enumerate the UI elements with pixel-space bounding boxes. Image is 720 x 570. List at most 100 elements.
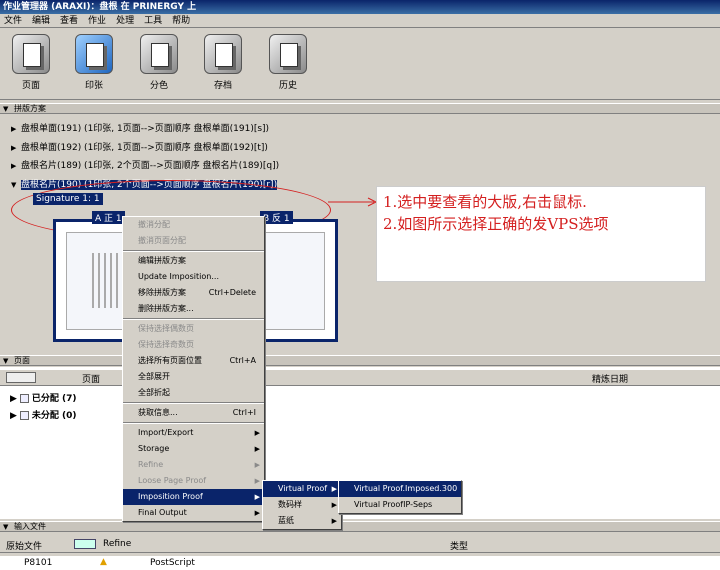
menu-tools[interactable]: 工具 [140, 16, 166, 26]
toolbar-history-button[interactable]: 历史 [265, 34, 311, 91]
menu-help[interactable]: 帮助 [168, 16, 194, 26]
imposition-section-header[interactable]: 拼版方案 [0, 103, 720, 114]
annotation-box: 1.选中要查看的大版,右击鼠标. 2.如图所示选择正确的发VPS选项 [376, 186, 706, 282]
plan-label: 盘根名片(189) (1印张, 2个页面-->页面顺序 盘根名片(189)[q]… [21, 161, 280, 171]
menubar: 文件 编辑 查看 作业 处理 工具 帮助 [0, 14, 720, 28]
menu-item-imposition-proof[interactable]: Imposition Proof ▶ [123, 489, 264, 505]
expand-icon[interactable]: ▶ [11, 162, 21, 170]
menu-item-expand-all[interactable]: 全部展开 [123, 369, 264, 385]
file-type: PostScript [150, 558, 195, 568]
plan-item[interactable]: ▶ 盘根单面(192) (1印张, 1页面-->页面顺序 盘根单面(192)[t]… [11, 140, 268, 153]
col-refine[interactable]: Refine [103, 539, 131, 549]
col-page[interactable]: 页面 [82, 372, 100, 385]
menu-item-undo-page-assign[interactable]: 撤消页面分配 [123, 233, 264, 249]
history-icon [269, 34, 307, 74]
menu-item-blueprint[interactable]: 蓝纸 ▶ [263, 513, 341, 529]
plan-item[interactable]: ▶ 盘根单面(191) (1印张, 1页面-->页面顺序 盘根单面(191)[s]… [11, 121, 269, 134]
stripe [116, 253, 118, 308]
menu-item-edit-imposition[interactable]: 编辑拼版方案 [123, 253, 264, 269]
list-item[interactable]: ▶ 已分配 (7) [10, 391, 77, 404]
shortcut-label: Ctrl+A [229, 356, 256, 365]
expand-icon[interactable]: ▶ [11, 144, 21, 152]
menu-item-keep-even[interactable]: 保持选择偶数页 [123, 321, 264, 337]
archive-icon [204, 34, 242, 74]
arrow-icon [328, 197, 378, 207]
submenu-virtual-proof: Virtual Proof.Imposed.300 Virtual ProofI… [338, 480, 462, 514]
submenu-arrow-icon: ▶ [254, 493, 260, 501]
refine-status-icon [74, 539, 96, 549]
submenu-arrow-icon: ▶ [331, 501, 337, 509]
menu-item-import-export[interactable]: Import/Export ▶ [123, 425, 264, 441]
separation-icon [140, 34, 178, 74]
menu-item-delete-imposition[interactable]: 删除拼版方案... [123, 301, 264, 317]
menu-item-storage[interactable]: Storage ▶ [123, 441, 264, 457]
plan-label: 盘根单面(192) (1印张, 1页面-->页面顺序 盘根单面(192)[t]) [21, 143, 268, 153]
menu-item-label: Virtual Proof [278, 484, 328, 493]
menu-item-keep-odd[interactable]: 保持选择奇数页 [123, 337, 264, 353]
menu-item-label: Final Output [138, 508, 187, 517]
col-type[interactable]: 类型 [450, 539, 468, 552]
file-name: P8101 [24, 558, 53, 568]
table-row[interactable]: P8101 ▲ PostScript [0, 556, 720, 570]
menu-item-digital-proof[interactable]: 数码样 ▶ [263, 497, 341, 513]
input-files-header: 原始文件 Refine 类型 [0, 537, 720, 553]
view-mode-icon[interactable] [6, 372, 36, 383]
toolbar-imposition-button[interactable]: 印张 [71, 34, 117, 91]
menu-item-refine[interactable]: Refine ▶ [123, 457, 264, 473]
menu-item-label: Imposition Proof [138, 492, 203, 501]
toolbar-label: 历史 [278, 81, 297, 91]
group-label: 未分配 (0) [31, 411, 77, 421]
menu-edit[interactable]: 编辑 [28, 16, 54, 26]
menu-separator [123, 422, 264, 424]
menu-item-label: Import/Export [138, 428, 194, 437]
signature-label[interactable]: Signature 1: 1 [33, 193, 103, 205]
menu-item-undo-assign[interactable]: 撤消分配 [123, 217, 264, 233]
submenu-arrow-icon: ▶ [254, 445, 260, 453]
menu-job[interactable]: 作业 [84, 16, 110, 26]
menu-item-vp-imposed-300[interactable]: Virtual Proof.Imposed.300 [339, 481, 461, 497]
menu-item-collapse-all[interactable]: 全部折起 [123, 385, 264, 401]
menu-file[interactable]: 文件 [0, 16, 26, 26]
toolbar-archive-button[interactable]: 存档 [200, 34, 246, 91]
menu-item-final-output[interactable]: Final Output ▶ [123, 505, 264, 521]
menu-item-label: 蓝纸 [278, 516, 294, 525]
col-source-file[interactable]: 原始文件 [6, 539, 42, 552]
folder-icon [19, 411, 29, 420]
menu-item-get-info[interactable]: 获取信息... Ctrl+I [123, 405, 264, 421]
submenu-arrow-icon: ▶ [331, 485, 337, 493]
menu-item-select-all-positions[interactable]: 选择所有页面位置 Ctrl+A [123, 353, 264, 369]
menu-item-label: 数码样 [278, 500, 302, 509]
input-files-section-header[interactable]: 输入文件 [0, 521, 720, 532]
col-refine-date[interactable]: 精炼日期 [592, 372, 628, 385]
toolbar-pages-button[interactable]: 页面 [8, 34, 54, 91]
expand-icon[interactable]: ▶ [10, 394, 17, 404]
menu-item-update-imposition[interactable]: Update Imposition... [123, 269, 264, 285]
context-menu: 撤消分配 撤消页面分配 编辑拼版方案 Update Imposition... … [122, 216, 265, 522]
menu-item-vp-ip-seps[interactable]: Virtual ProofIP-Seps [339, 497, 461, 513]
submenu-arrow-icon: ▶ [254, 429, 260, 437]
plan-item[interactable]: ▶ 盘根名片(189) (1印张, 2个页面-->页面顺序 盘根名片(189)[q… [11, 158, 279, 171]
menu-item-loose-page-proof[interactable]: Loose Page Proof ▶ [123, 473, 264, 489]
stripe [104, 253, 106, 308]
shortcut-label: Ctrl+Delete [208, 288, 256, 297]
window-title: 作业管理器 (ARAXI)：盘根 在 PRINERGY 上 [0, 0, 720, 14]
toolbar: 页面 印张 分色 存档 历史 [0, 28, 720, 100]
stripe [98, 253, 100, 308]
annotation-line-2: 2.如图所示选择正确的发VPS选项 [383, 215, 609, 233]
menu-item-remove-imposition[interactable]: 移除拼版方案 Ctrl+Delete [123, 285, 264, 301]
menu-view[interactable]: 查看 [56, 16, 82, 26]
expand-icon[interactable]: ▶ [11, 125, 21, 133]
menu-item-virtual-proof[interactable]: Virtual Proof ▶ [263, 481, 341, 497]
toolbar-separation-button[interactable]: 分色 [136, 34, 182, 91]
expand-icon[interactable]: ▶ [10, 411, 17, 421]
annotation-line-1: 1.选中要查看的大版,右击鼠标. [383, 193, 587, 211]
toolbar-label: 印张 [84, 81, 103, 91]
toolbar-label: 存档 [213, 81, 232, 91]
toolbar-label: 页面 [21, 81, 40, 91]
menu-process[interactable]: 处理 [112, 16, 138, 26]
collapse-icon[interactable]: ▼ [11, 181, 21, 189]
list-item[interactable]: ▶ 未分配 (0) [10, 408, 77, 421]
pages-section-header[interactable]: 页面 [0, 355, 720, 366]
menu-separator [123, 318, 264, 320]
submenu-imposition-proof: Virtual Proof ▶ 数码样 ▶ 蓝纸 ▶ [262, 480, 342, 530]
